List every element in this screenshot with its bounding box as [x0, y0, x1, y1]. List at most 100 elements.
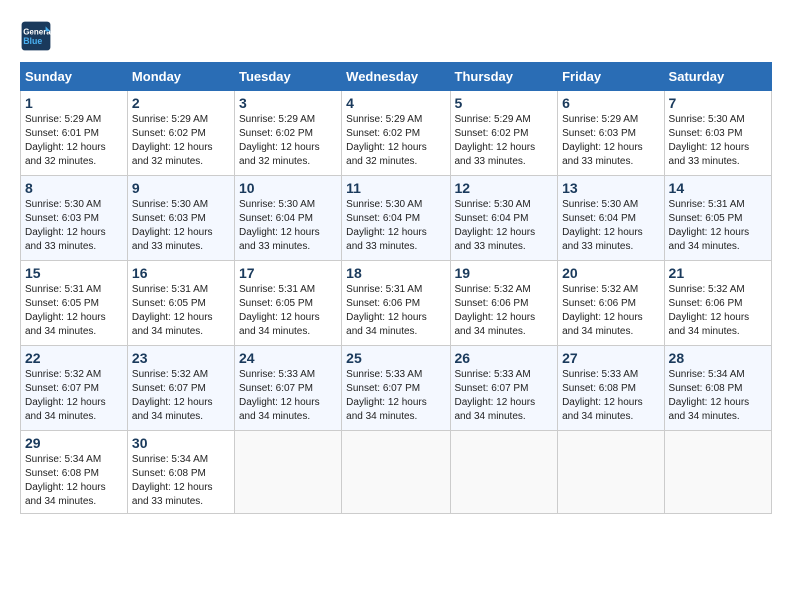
day-info: Sunrise: 5:33 AMSunset: 6:07 PMDaylight:… [455, 368, 554, 424]
calendar-week-row: 29 Sunrise: 5:34 AMSunset: 6:08 PMDayligh… [21, 431, 772, 514]
calendar-header-friday: Friday [558, 63, 664, 91]
calendar-body: 1 Sunrise: 5:29 AMSunset: 6:01 PMDaylight… [21, 91, 772, 514]
day-info: Sunrise: 5:33 AMSunset: 6:08 PMDaylight:… [562, 368, 659, 424]
day-info: Sunrise: 5:33 AMSunset: 6:07 PMDaylight:… [346, 368, 445, 424]
day-number: 11 [346, 180, 445, 196]
day-number: 26 [455, 350, 554, 366]
calendar-cell: 25 Sunrise: 5:33 AMSunset: 6:07 PMDayligh… [342, 346, 450, 431]
calendar-cell: 21 Sunrise: 5:32 AMSunset: 6:06 PMDayligh… [664, 261, 771, 346]
day-info: Sunrise: 5:31 AMSunset: 6:05 PMDaylight:… [239, 283, 337, 339]
day-info: Sunrise: 5:31 AMSunset: 6:05 PMDaylight:… [669, 198, 767, 254]
day-info: Sunrise: 5:31 AMSunset: 6:05 PMDaylight:… [132, 283, 230, 339]
day-number: 21 [669, 265, 767, 281]
calendar-cell: 15 Sunrise: 5:31 AMSunset: 6:05 PMDayligh… [21, 261, 128, 346]
calendar-cell: 24 Sunrise: 5:33 AMSunset: 6:07 PMDayligh… [234, 346, 341, 431]
day-info: Sunrise: 5:30 AMSunset: 6:03 PMDaylight:… [25, 198, 123, 254]
calendar-cell: 10 Sunrise: 5:30 AMSunset: 6:04 PMDayligh… [234, 176, 341, 261]
day-info: Sunrise: 5:29 AMSunset: 6:03 PMDaylight:… [562, 113, 659, 169]
day-info: Sunrise: 5:30 AMSunset: 6:04 PMDaylight:… [562, 198, 659, 254]
calendar-header-thursday: Thursday [450, 63, 558, 91]
day-info: Sunrise: 5:34 AMSunset: 6:08 PMDaylight:… [25, 453, 123, 509]
day-number: 1 [25, 95, 123, 111]
day-number: 10 [239, 180, 337, 196]
calendar-cell: 18Sunrise: 5:31 AMSunset: 6:06 PMDayligh… [342, 261, 450, 346]
day-info: Sunrise: 5:29 AMSunset: 6:02 PMDaylight:… [346, 113, 445, 169]
day-info: Sunrise: 5:29 AMSunset: 6:02 PMDaylight:… [239, 113, 337, 169]
calendar-cell: 6Sunrise: 5:29 AMSunset: 6:03 PMDaylight… [558, 91, 664, 176]
day-number: 16 [132, 265, 230, 281]
calendar-cell: 20 Sunrise: 5:32 AMSunset: 6:06 PMDayligh… [558, 261, 664, 346]
calendar-cell: 27 Sunrise: 5:33 AMSunset: 6:08 PMDayligh… [558, 346, 664, 431]
calendar-cell: 4 Sunrise: 5:29 AMSunset: 6:02 PMDaylight… [342, 91, 450, 176]
day-number: 17 [239, 265, 337, 281]
calendar-cell [664, 431, 771, 514]
calendar-week-row: 1 Sunrise: 5:29 AMSunset: 6:01 PMDaylight… [21, 91, 772, 176]
day-number: 23 [132, 350, 230, 366]
day-number: 9 [132, 180, 230, 196]
day-number: 4 [346, 95, 445, 111]
calendar-week-row: 22 Sunrise: 5:32 AMSunset: 6:07 PMDayligh… [21, 346, 772, 431]
calendar-cell: 13 Sunrise: 5:30 AMSunset: 6:04 PMDayligh… [558, 176, 664, 261]
calendar-week-row: 8 Sunrise: 5:30 AMSunset: 6:03 PMDaylight… [21, 176, 772, 261]
calendar-header-monday: Monday [127, 63, 234, 91]
calendar-header-saturday: Saturday [664, 63, 771, 91]
day-info: Sunrise: 5:30 AMSunset: 6:03 PMDaylight:… [669, 113, 767, 169]
calendar-table: SundayMondayTuesdayWednesdayThursdayFrid… [20, 62, 772, 514]
day-info: Sunrise: 5:34 AMSunset: 6:08 PMDaylight:… [132, 453, 230, 509]
calendar-cell: 11 Sunrise: 5:30 AMSunset: 6:04 PMDayligh… [342, 176, 450, 261]
calendar-cell: 7 Sunrise: 5:30 AMSunset: 6:03 PMDaylight… [664, 91, 771, 176]
calendar-cell: 9 Sunrise: 5:30 AMSunset: 6:03 PMDaylight… [127, 176, 234, 261]
day-info: Sunrise: 5:33 AMSunset: 6:07 PMDaylight:… [239, 368, 337, 424]
calendar-cell: 14 Sunrise: 5:31 AMSunset: 6:05 PMDayligh… [664, 176, 771, 261]
day-number: 18 [346, 265, 445, 281]
svg-text:Blue: Blue [23, 36, 42, 46]
page-header: General Blue [20, 20, 772, 52]
calendar-cell [342, 431, 450, 514]
day-number: 24 [239, 350, 337, 366]
day-number: 13 [562, 180, 659, 196]
day-number: 29 [25, 435, 123, 451]
day-info: Sunrise: 5:32 AMSunset: 6:07 PMDaylight:… [132, 368, 230, 424]
calendar-cell: 8 Sunrise: 5:30 AMSunset: 6:03 PMDaylight… [21, 176, 128, 261]
day-number: 2 [132, 95, 230, 111]
day-number: 14 [669, 180, 767, 196]
day-number: 3 [239, 95, 337, 111]
calendar-header-wednesday: Wednesday [342, 63, 450, 91]
day-number: 25 [346, 350, 445, 366]
calendar-cell: 3 Sunrise: 5:29 AMSunset: 6:02 PMDaylight… [234, 91, 341, 176]
calendar-cell: 12 Sunrise: 5:30 AMSunset: 6:04 PMDayligh… [450, 176, 558, 261]
calendar-cell: 2 Sunrise: 5:29 AMSunset: 6:02 PMDaylight… [127, 91, 234, 176]
calendar-cell: 22Sunrise: 5:32 AMSunset: 6:07 PMDayligh… [21, 346, 128, 431]
day-number: 20 [562, 265, 659, 281]
day-number: 5 [455, 95, 554, 111]
calendar-cell: 28Sunrise: 5:34 AMSunset: 6:08 PMDayligh… [664, 346, 771, 431]
day-number: 15 [25, 265, 123, 281]
day-info: Sunrise: 5:30 AMSunset: 6:04 PMDaylight:… [346, 198, 445, 254]
day-info: Sunrise: 5:30 AMSunset: 6:03 PMDaylight:… [132, 198, 230, 254]
calendar-week-row: 15 Sunrise: 5:31 AMSunset: 6:05 PMDayligh… [21, 261, 772, 346]
calendar-header-row: SundayMondayTuesdayWednesdayThursdayFrid… [21, 63, 772, 91]
day-info: Sunrise: 5:32 AMSunset: 6:06 PMDaylight:… [562, 283, 659, 339]
day-info: Sunrise: 5:34 AMSunset: 6:08 PMDaylight:… [669, 368, 767, 424]
day-info: Sunrise: 5:32 AMSunset: 6:06 PMDaylight:… [669, 283, 767, 339]
day-number: 30 [132, 435, 230, 451]
calendar-cell: 17 Sunrise: 5:31 AMSunset: 6:05 PMDayligh… [234, 261, 341, 346]
day-number: 12 [455, 180, 554, 196]
day-info: Sunrise: 5:30 AMSunset: 6:04 PMDaylight:… [455, 198, 554, 254]
day-info: Sunrise: 5:29 AMSunset: 6:02 PMDaylight:… [455, 113, 554, 169]
day-info: Sunrise: 5:31 AMSunset: 6:05 PMDaylight:… [25, 283, 123, 339]
day-info: Sunrise: 5:29 AMSunset: 6:02 PMDaylight:… [132, 113, 230, 169]
calendar-cell: 5 Sunrise: 5:29 AMSunset: 6:02 PMDaylight… [450, 91, 558, 176]
calendar-cell [558, 431, 664, 514]
logo-icon: General Blue [20, 20, 52, 52]
day-info: Sunrise: 5:30 AMSunset: 6:04 PMDaylight:… [239, 198, 337, 254]
calendar-cell: 26 Sunrise: 5:33 AMSunset: 6:07 PMDayligh… [450, 346, 558, 431]
day-number: 22 [25, 350, 123, 366]
day-number: 7 [669, 95, 767, 111]
calendar-header-tuesday: Tuesday [234, 63, 341, 91]
day-number: 8 [25, 180, 123, 196]
calendar-cell: 29 Sunrise: 5:34 AMSunset: 6:08 PMDayligh… [21, 431, 128, 514]
day-number: 27 [562, 350, 659, 366]
calendar-cell: 23 Sunrise: 5:32 AMSunset: 6:07 PMDayligh… [127, 346, 234, 431]
day-info: Sunrise: 5:29 AMSunset: 6:01 PMDaylight:… [25, 113, 123, 169]
